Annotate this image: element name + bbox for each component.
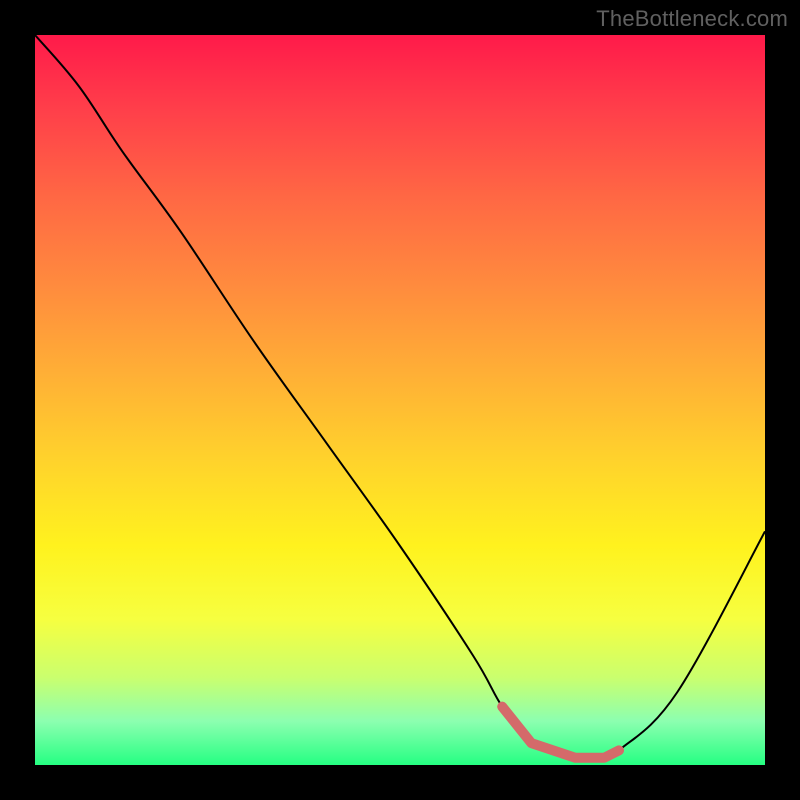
chart-container: TheBottleneck.com (0, 0, 800, 800)
curve-path (35, 35, 765, 759)
plot-area (35, 35, 765, 765)
chart-svg (35, 35, 765, 765)
highlight-path (502, 707, 619, 758)
watermark-text: TheBottleneck.com (596, 6, 788, 32)
